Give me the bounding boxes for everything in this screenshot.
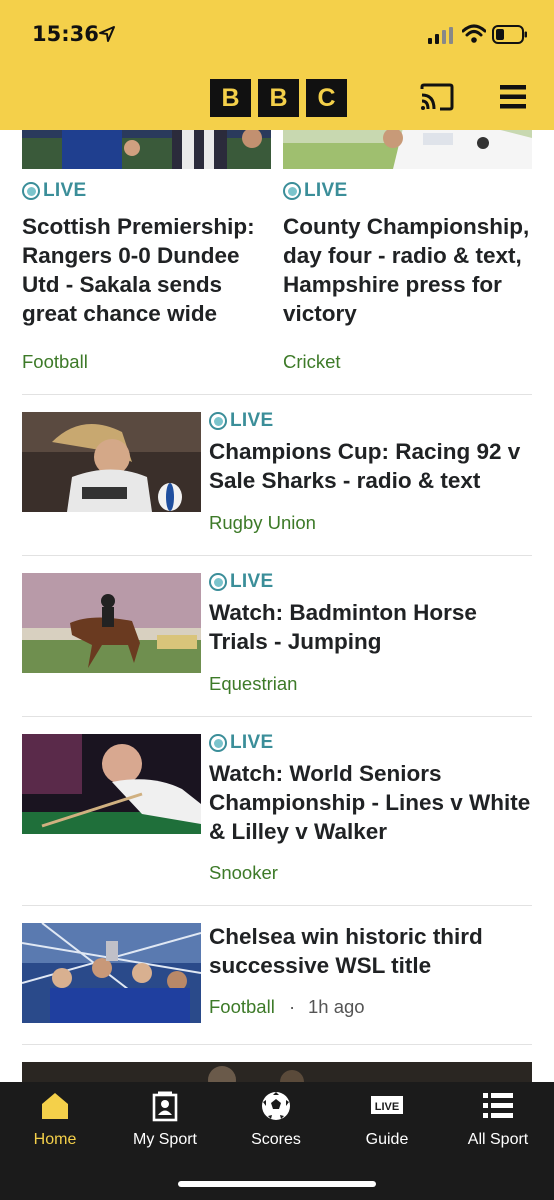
wifi-icon (462, 24, 486, 43)
tab-scores[interactable]: Scores (221, 1082, 331, 1162)
location-arrow-icon (99, 26, 115, 42)
live-icon (209, 573, 227, 591)
story-category[interactable]: Football (22, 351, 88, 373)
logo-letter: B (210, 79, 251, 117)
battery-icon (492, 25, 527, 44)
live-guide-icon: LIVE (371, 1096, 403, 1114)
story-category[interactable]: Football (209, 996, 275, 1018)
list-icon (483, 1093, 513, 1118)
logo-letter: C (306, 79, 347, 117)
story-image-equestrian[interactable] (22, 573, 201, 673)
story-category[interactable]: Equestrian (209, 673, 297, 695)
story-image-snooker[interactable] (22, 734, 201, 834)
bbc-logo[interactable]: B B C (210, 79, 347, 117)
live-badge: LIVE (283, 180, 347, 202)
live-icon (283, 182, 301, 200)
story-headline[interactable]: Scottish Premiership: Rangers 0-0 Dundee… (22, 212, 272, 328)
story-headline[interactable]: County Championship, day four - radio & … (283, 212, 545, 328)
story-timestamp: 1h ago (308, 996, 365, 1017)
menu-icon[interactable] (498, 83, 528, 111)
logo-letter: B (258, 79, 299, 117)
story-category[interactable]: Snooker (209, 862, 278, 884)
live-badge: LIVE (22, 180, 86, 202)
bottom-tab-bar: Home My Sport Scores LIVE Guide All Spor… (0, 1082, 554, 1200)
live-badge: LIVE (209, 571, 273, 593)
live-icon (22, 182, 40, 200)
divider (22, 394, 532, 395)
cast-icon[interactable] (420, 83, 454, 111)
status-time: 15:36 (32, 22, 99, 46)
divider (22, 555, 532, 556)
football-icon (262, 1092, 290, 1120)
divider (22, 1044, 532, 1045)
my-sport-icon (152, 1091, 178, 1122)
story-image-next[interactable] (22, 1062, 532, 1082)
tab-all-sport[interactable]: All Sport (443, 1082, 553, 1162)
story-headline[interactable]: Watch: Badminton Horse Trials - Jumping (209, 598, 529, 656)
divider (22, 905, 532, 906)
live-badge: LIVE (209, 410, 273, 432)
tab-home[interactable]: Home (0, 1082, 110, 1162)
live-badge: LIVE (209, 732, 273, 754)
story-image-chelsea[interactable] (22, 923, 201, 1023)
divider (22, 716, 532, 717)
svg-text:LIVE: LIVE (375, 1101, 399, 1113)
tab-guide[interactable]: LIVE Guide (332, 1082, 442, 1162)
app-header: 15:36 B B C (0, 0, 554, 130)
tab-my-sport[interactable]: My Sport (110, 1082, 220, 1162)
home-indicator[interactable] (178, 1181, 376, 1187)
cellular-signal-icon (428, 27, 453, 44)
news-feed[interactable]: LIVE Scottish Premiership: Rangers 0-0 D… (0, 0, 554, 1200)
story-headline[interactable]: Chelsea win historic third successive WS… (209, 922, 529, 980)
story-headline[interactable]: Watch: World Seniors Championship - Line… (209, 759, 539, 846)
story-image-rugby[interactable] (22, 412, 201, 512)
story-category[interactable]: Cricket (283, 351, 341, 373)
live-icon (209, 734, 227, 752)
story-headline[interactable]: Champions Cup: Racing 92 v Sale Sharks -… (209, 437, 529, 495)
live-icon (209, 412, 227, 430)
story-category[interactable]: Rugby Union (209, 512, 316, 534)
meta-separator: · (289, 996, 296, 1017)
home-icon (42, 1093, 68, 1119)
